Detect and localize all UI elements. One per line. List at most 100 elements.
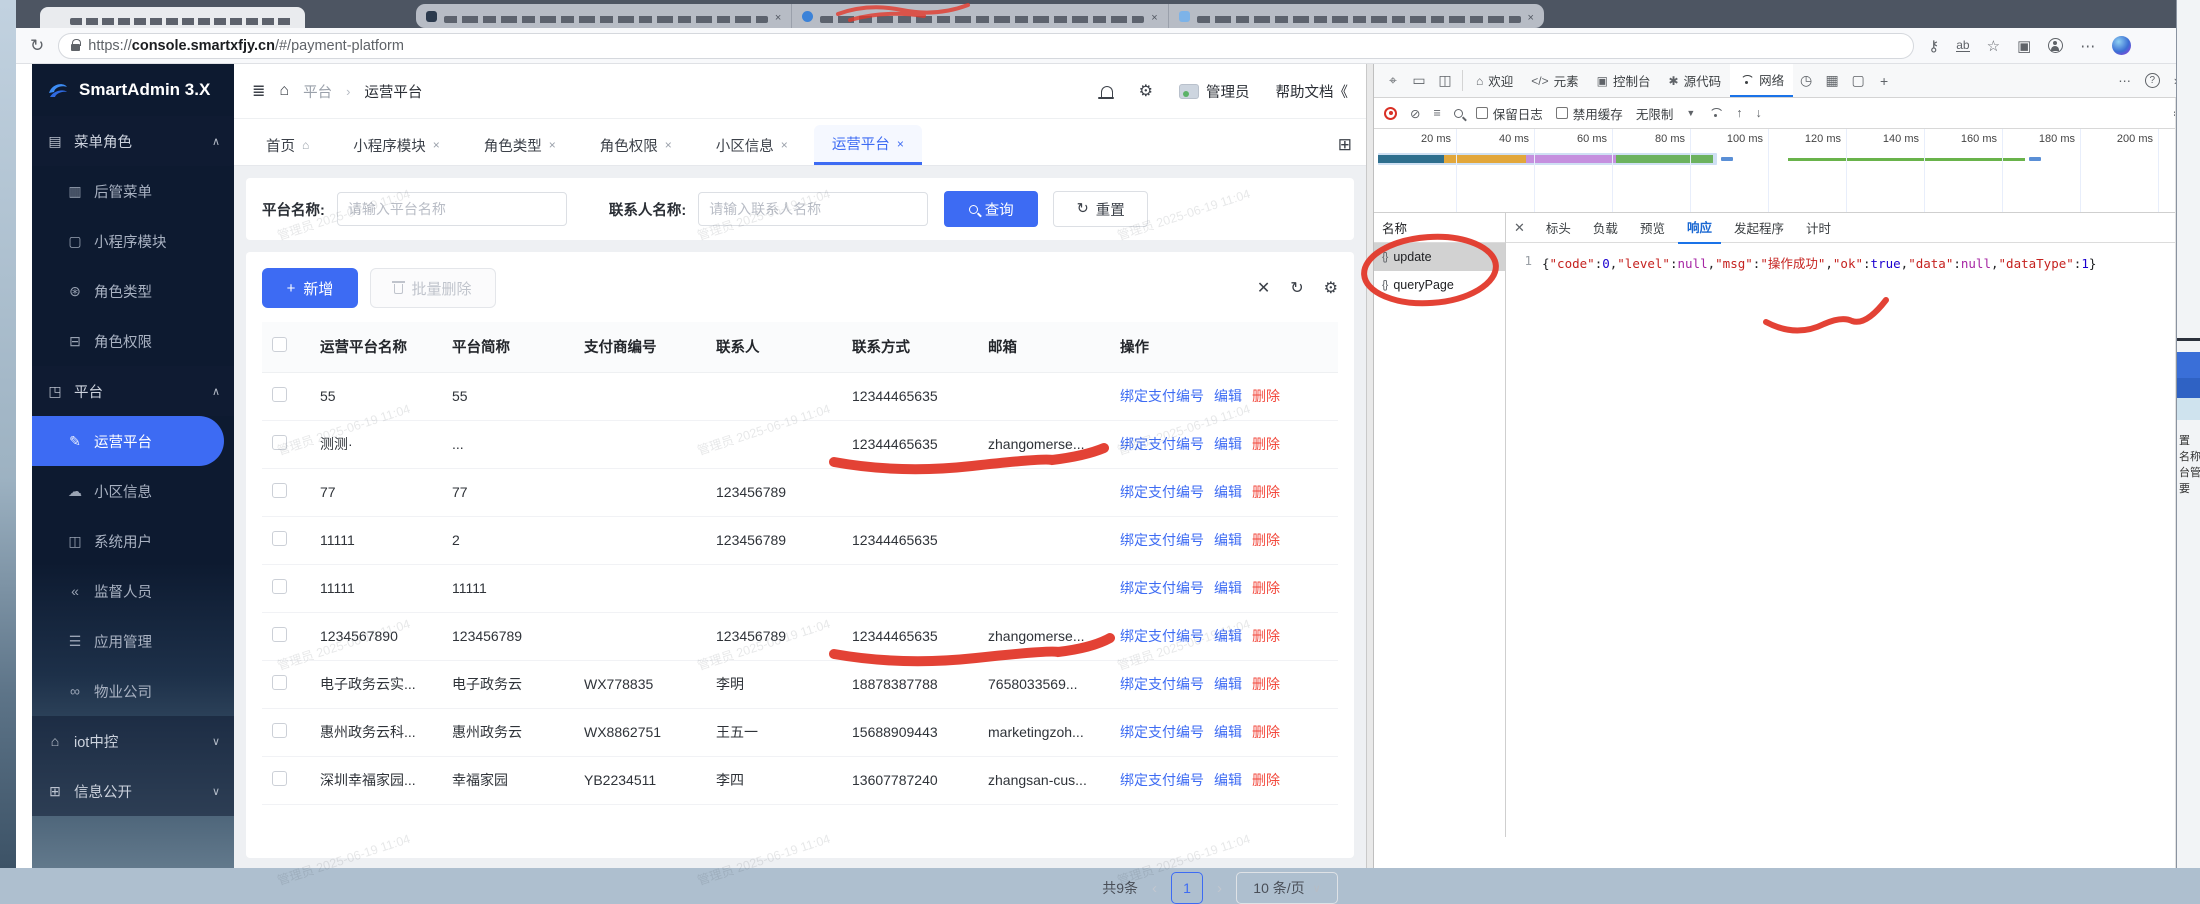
delete-link[interactable]: 删除 <box>1252 772 1280 788</box>
collections-icon[interactable]: ▣ <box>2017 37 2031 55</box>
filter-icon[interactable]: ≡ <box>1433 106 1440 120</box>
clear-icon[interactable]: ⊘ <box>1410 106 1420 121</box>
devtools-tab-控制台[interactable]: ▣ 控制台 <box>1588 64 1660 97</box>
platform-name-input[interactable]: 请输入平台名称 <box>336 192 567 226</box>
prev-page-icon[interactable]: ‹ <box>1152 880 1157 897</box>
sidebar-item-角色权限[interactable]: ⊟ 角色权限 <box>32 316 234 366</box>
network-overview-timeline[interactable]: 20 ms 40 ms 60 ms 80 ms 100 ms 120 ms 140 ms 16… <box>1374 129 2188 213</box>
row-checkbox[interactable] <box>272 723 287 738</box>
sidebar-item-角色类型[interactable]: ⊛ 角色类型 <box>32 266 234 316</box>
bind-payment-link[interactable]: 绑定支付编号 <box>1120 628 1204 644</box>
home-icon[interactable]: ⌂ <box>279 82 289 100</box>
inspect-element-icon[interactable]: ⌖ <box>1380 64 1406 97</box>
tab-close-icon[interactable]: × <box>781 138 788 152</box>
row-checkbox[interactable] <box>272 387 287 402</box>
delete-link[interactable]: 删除 <box>1252 484 1280 500</box>
edit-link[interactable]: 编辑 <box>1214 580 1242 596</box>
page-number[interactable]: 1 <box>1171 872 1203 904</box>
bind-payment-link[interactable]: 绑定支付编号 <box>1120 772 1204 788</box>
tab-close-icon[interactable]: × <box>1528 12 1534 24</box>
waterfall-bar[interactable] <box>1787 158 2026 161</box>
row-checkbox[interactable] <box>272 483 287 498</box>
tab-close-icon[interactable]: × <box>1151 12 1157 24</box>
devtools-tab-欢迎[interactable]: ⌂ 欢迎 <box>1467 64 1522 97</box>
edit-link[interactable]: 编辑 <box>1214 436 1242 452</box>
more-tabs-icon[interactable]: + <box>1871 64 1897 97</box>
row-checkbox[interactable] <box>272 531 287 546</box>
current-user[interactable]: 管理员 <box>1179 81 1250 102</box>
tab-close-icon[interactable]: × <box>665 138 672 152</box>
page-tab-角色权限[interactable]: 角色权限 × <box>582 125 690 165</box>
edit-link[interactable]: 编辑 <box>1214 676 1242 692</box>
browser-tab[interactable]: × <box>416 4 793 28</box>
star-icon[interactable]: ☆ <box>1987 37 2000 55</box>
row-checkbox[interactable] <box>272 771 287 786</box>
add-button[interactable]: + 新增 <box>262 268 358 308</box>
page-tab-运营平台[interactable]: 运营平台 × <box>813 125 922 165</box>
dock-side-icon[interactable]: ◫ <box>1432 64 1458 97</box>
response-tab-响应[interactable]: 响应 <box>1677 211 1721 244</box>
refresh-icon[interactable]: ↻ <box>1290 278 1303 298</box>
fullscreen-icon[interactable]: ✕ <box>1257 278 1270 298</box>
help-doc-link[interactable]: 帮助文档《 <box>1276 81 1349 102</box>
application-icon[interactable]: ▢ <box>1845 64 1871 97</box>
response-tab-预览[interactable]: 预览 <box>1631 212 1674 243</box>
devtools-more-icon[interactable]: ⋯ <box>2118 73 2131 88</box>
response-tab-负载[interactable]: 负载 <box>1584 212 1627 243</box>
reload-icon[interactable]: ↻ <box>30 36 44 56</box>
reset-button[interactable]: ↻ 重置 <box>1053 191 1149 227</box>
collapse-menu-icon[interactable]: ≣ <box>252 81 265 101</box>
devtools-tab-元素[interactable]: </> 元素 <box>1522 64 1587 97</box>
edit-link[interactable]: 编辑 <box>1214 388 1242 404</box>
throttling-select[interactable]: 无限制 <box>1636 104 1674 123</box>
tab-grid-icon[interactable]: ⊞ <box>1338 135 1352 155</box>
bind-payment-link[interactable]: 绑定支付编号 <box>1120 724 1204 740</box>
sidebar-item-小程序模块[interactable]: ▢ 小程序模块 <box>32 216 234 266</box>
row-checkbox[interactable] <box>272 675 287 690</box>
request-update[interactable]: {} update <box>1374 243 1505 271</box>
browser-tab[interactable]: × <box>792 4 1169 28</box>
edit-link[interactable]: 编辑 <box>1214 628 1242 644</box>
tab-close-icon[interactable]: × <box>433 138 440 152</box>
bind-payment-link[interactable]: 绑定支付编号 <box>1120 532 1204 548</box>
sidebar-item-运营平台[interactable]: ✎ 运营平台 <box>32 416 224 466</box>
next-page-icon[interactable]: › <box>1217 880 1222 897</box>
breadcrumb-root[interactable]: 平台 <box>303 81 332 102</box>
tab-close-icon[interactable]: × <box>775 12 781 24</box>
profile-avatar-icon[interactable] <box>2048 38 2064 53</box>
sidebar-group-信息公开[interactable]: ⊞ 信息公开 ∨ <box>32 766 234 816</box>
sidebar-group-菜单角色[interactable]: ▤ 菜单角色 ∧ <box>32 116 234 166</box>
import-har-icon[interactable]: ↑ <box>1736 106 1742 120</box>
network-conditions-icon[interactable] <box>1708 108 1723 118</box>
devtools-tab-源代码[interactable]: ✱ 源代码 <box>1660 64 1731 97</box>
network-search-icon[interactable] <box>1453 108 1463 118</box>
table-settings-icon[interactable]: ⚙ <box>1324 278 1338 298</box>
devtools-help-icon[interactable]: ? <box>2144 73 2160 88</box>
more-icon[interactable]: ⋯ <box>2080 37 2095 55</box>
devtools-tab-网络[interactable]: 网络 <box>1730 64 1794 97</box>
bell-icon[interactable] <box>1097 85 1114 99</box>
delete-link[interactable]: 删除 <box>1252 388 1280 404</box>
bind-payment-link[interactable]: 绑定支付编号 <box>1120 436 1204 452</box>
delete-link[interactable]: 删除 <box>1252 628 1280 644</box>
app-logo[interactable]: SmartAdmin 3.X <box>32 64 234 116</box>
sidebar-item-系统用户[interactable]: ◫ 系统用户 <box>32 516 234 566</box>
memory-icon[interactable]: ▦ <box>1819 64 1845 97</box>
page-tab-小程序模块[interactable]: 小程序模块 × <box>335 125 458 165</box>
edit-link[interactable]: 编辑 <box>1214 532 1242 548</box>
sidebar-item-监督人员[interactable]: « 监督人员 <box>32 566 234 616</box>
tab-close-icon[interactable]: × <box>897 137 904 151</box>
row-checkbox[interactable] <box>272 579 287 594</box>
page-tab-首页[interactable]: 首页 ⌂ <box>248 125 327 165</box>
browser-tab[interactable]: × <box>1169 4 1544 28</box>
request-list-header[interactable]: 名称 <box>1374 213 1505 243</box>
key-icon[interactable]: ⚷ <box>1928 37 1939 55</box>
bind-payment-link[interactable]: 绑定支付编号 <box>1120 388 1204 404</box>
page-tab-角色类型[interactable]: 角色类型 × <box>466 125 574 165</box>
sidebar-group-平台[interactable]: ◳ 平台 ∧ <box>32 366 234 416</box>
address-bar[interactable]: https://console.smartxfjy.cn/#/payment-p… <box>58 32 1915 59</box>
row-checkbox[interactable] <box>272 627 287 642</box>
sidebar-item-物业公司[interactable]: ∞ 物业公司 <box>32 666 234 716</box>
sidebar-item-应用管理[interactable]: ☰ 应用管理 <box>32 616 234 666</box>
delete-link[interactable]: 删除 <box>1252 724 1280 740</box>
